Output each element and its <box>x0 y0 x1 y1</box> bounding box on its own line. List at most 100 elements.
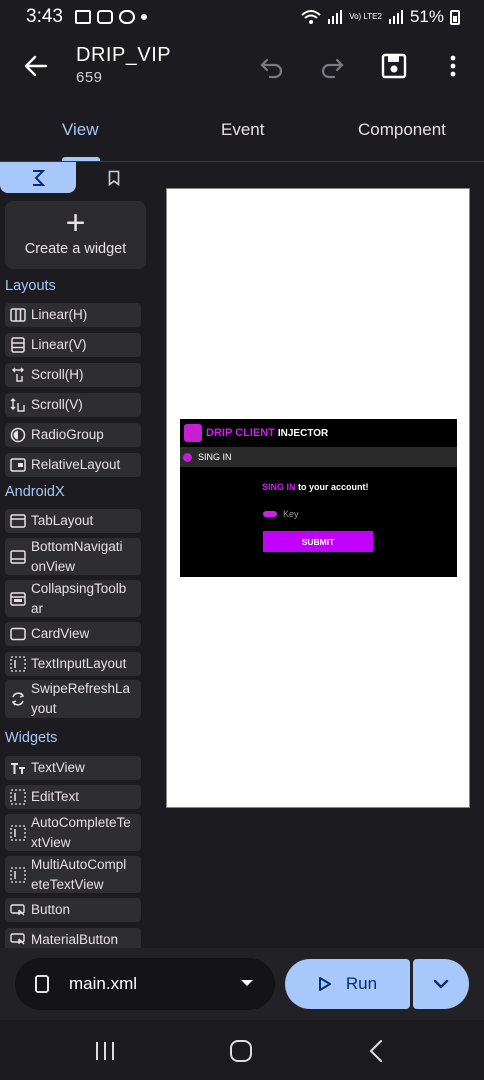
status-time: 3:43 <box>26 6 63 27</box>
home-icon[interactable] <box>228 1038 254 1064</box>
back-arrow-icon[interactable] <box>22 52 50 80</box>
palette-item-radiogroup[interactable]: RadioGroup <box>5 423 141 447</box>
app-bar: DRIP_VIP 659 <box>0 34 484 98</box>
palette-item-swiperefreshlayout[interactable]: SwipeRefreshLa yout <box>5 680 141 718</box>
palette-item-textview[interactable]: TextView <box>5 756 141 780</box>
palette-item-bottomnavigationview[interactable]: BottomNavigati onView <box>5 538 141 575</box>
preview-signin-bar: SING IN <box>180 447 457 467</box>
run-options-button[interactable] <box>413 959 469 1009</box>
palette-item-linear-h[interactable]: Linear(H) <box>5 303 141 327</box>
androidx-header: AndroidX <box>5 484 65 500</box>
palette-item-label: Scroll(H) <box>31 367 84 382</box>
tab-event[interactable]: Event <box>221 120 264 140</box>
create-widget-label: Create a widget <box>24 241 127 257</box>
palette-item-label: TextInputLayout <box>31 656 127 671</box>
more-vert-icon[interactable] <box>439 52 467 80</box>
palette-item-label: SwipeRefreshLa yout <box>31 681 131 716</box>
multi-autocomplete-icon <box>9 866 27 884</box>
palette-item-label: TabLayout <box>31 513 94 528</box>
more-notifications-icon <box>140 14 147 20</box>
palette-item-cardview[interactable]: CardView <box>5 622 141 646</box>
palette-item-scroll-h[interactable]: Scroll(H) <box>5 363 141 387</box>
widgets-header: Widgets <box>5 730 58 746</box>
run-button[interactable]: Run <box>285 959 410 1009</box>
battery-icon <box>450 9 460 25</box>
palette-tab-bookmarks[interactable] <box>76 162 152 193</box>
facebook-icon <box>96 10 113 24</box>
undo-icon[interactable] <box>258 52 286 80</box>
file-name: main.xml <box>69 974 138 993</box>
palette-item-edittext[interactable]: EditText <box>5 785 141 809</box>
dropdown-caret-icon <box>241 980 253 986</box>
autocomplete-icon <box>9 824 27 842</box>
signal-icon <box>328 10 343 24</box>
network-type: Vo) LTE2 <box>349 12 382 21</box>
palette-item-materialbutton[interactable]: MaterialButton <box>5 928 141 948</box>
tab-indicator <box>62 157 100 161</box>
recents-icon[interactable] <box>92 1038 118 1064</box>
palette-tabs <box>0 162 152 194</box>
palette-item-label: MaterialButton <box>31 932 119 947</box>
palette-item-label: Button <box>31 902 71 917</box>
gallery-icon <box>74 10 91 24</box>
back-icon[interactable] <box>364 1038 390 1064</box>
preview-brand-suffix: INJECTOR <box>277 427 329 439</box>
radio-icon <box>9 426 27 444</box>
status-bar: 3:43 Vo) LTE2 51% <box>0 0 484 34</box>
palette-item-linear-v[interactable]: Linear(V) <box>5 333 141 357</box>
palette-item-label: BottomNavigati onView <box>31 538 123 574</box>
refresh-icon <box>9 690 27 708</box>
palette-item-label: EditText <box>31 789 80 804</box>
scroll-v-icon <box>9 396 27 414</box>
phone-icon <box>35 975 49 993</box>
signin-bar-icon <box>183 452 192 462</box>
palette-tab-widgets[interactable] <box>0 162 76 193</box>
tab-view[interactable]: View <box>62 120 99 140</box>
preview-brand: DRIP CLIENT <box>206 427 275 439</box>
edittext-icon <box>9 788 27 806</box>
play-icon <box>318 977 331 991</box>
layout-preview[interactable]: DRIP CLIENT INJECTOR SING IN SING IN to … <box>180 419 457 577</box>
palette-item-collapsingtoolbar[interactable]: CollapsingToolb ar <box>5 580 141 617</box>
redo-icon[interactable] <box>318 52 346 80</box>
system-nav-bar <box>0 1020 484 1080</box>
preview-key-field: Key <box>263 509 299 519</box>
palette-item-label: CollapsingToolb ar <box>31 580 127 616</box>
palette-item-relativelayout[interactable]: RelativeLayout <box>5 453 141 477</box>
palette-item-label: CardView <box>31 626 90 641</box>
palette-item-label: Scroll(V) <box>31 397 83 412</box>
palette-item-textinputlayout[interactable]: TextInputLayout <box>5 652 141 676</box>
plus-icon: + <box>65 204 86 242</box>
create-widget-button[interactable]: + Create a widget <box>5 201 146 269</box>
linear-v-icon <box>9 336 27 354</box>
wifi-icon <box>301 10 321 24</box>
preview-key-hint: Key <box>283 509 299 519</box>
project-title: DRIP_VIP <box>76 44 172 66</box>
preview-bar-label: SING IN <box>198 452 232 462</box>
preview-header: DRIP CLIENT INJECTOR <box>180 419 457 447</box>
linear-h-icon <box>9 306 27 324</box>
save-icon[interactable] <box>380 52 408 80</box>
palette-item-autocompletetextview[interactable]: AutoCompleteTe xtView <box>5 814 141 851</box>
palette-item-label: RelativeLayout <box>31 457 121 472</box>
palette-item-label: TextView <box>31 760 85 775</box>
palette-item-label: MultiAutoCompl eteTextView <box>31 856 127 892</box>
bottom-toolbar: main.xml Run <box>0 948 484 1020</box>
palette-item-tablayout[interactable]: TabLayout <box>5 509 141 533</box>
project-id: 659 <box>76 69 103 86</box>
tab-component[interactable]: Component <box>358 120 446 140</box>
file-selector[interactable]: main.xml <box>15 958 275 1010</box>
layouts-header: Layouts <box>5 278 56 294</box>
palette-item-label: Linear(H) <box>31 307 88 322</box>
palette-item-multiautocompletetextview[interactable]: MultiAutoCompl eteTextView <box>5 856 141 893</box>
run-label: Run <box>345 974 378 993</box>
palette-item-label: AutoCompleteTe xtView <box>31 814 131 850</box>
bookmark-icon <box>108 170 120 186</box>
palette-item-button[interactable]: Button <box>5 898 141 922</box>
relative-layout-icon <box>9 456 27 474</box>
material-button-icon <box>9 930 27 948</box>
bottom-nav-icon <box>9 548 27 566</box>
scroll-h-icon <box>9 366 27 384</box>
text-input-icon <box>9 655 27 673</box>
palette-item-scroll-v[interactable]: Scroll(V) <box>5 393 141 417</box>
